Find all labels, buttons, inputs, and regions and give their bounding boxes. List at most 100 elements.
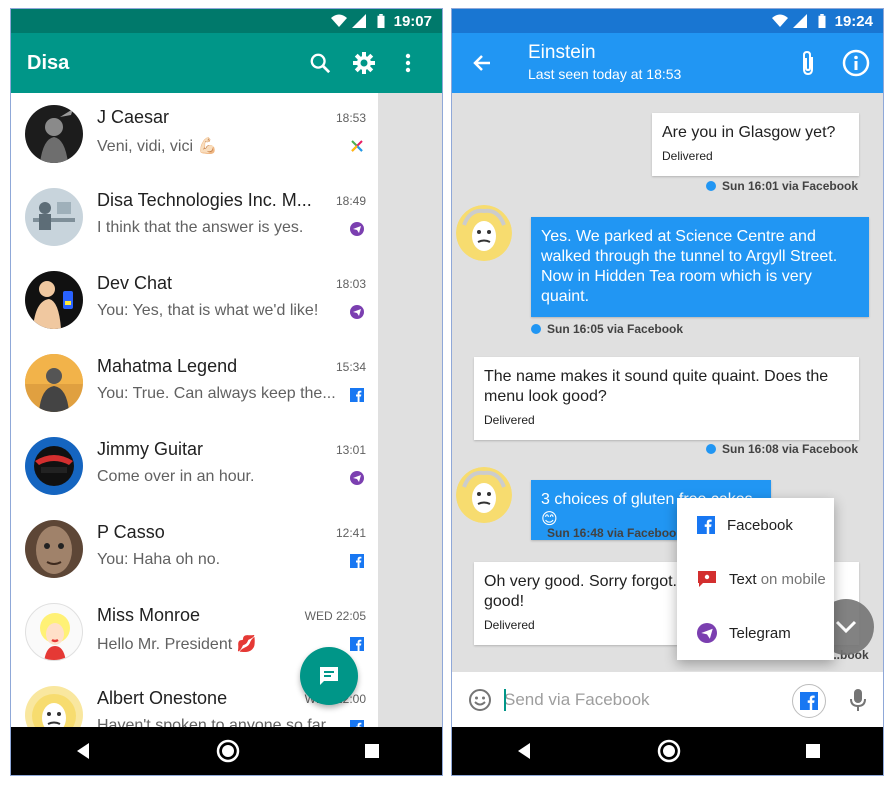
- status-bar: 19:07: [11, 9, 442, 33]
- info-button[interactable]: [840, 47, 872, 79]
- message-bubble-outgoing[interactable]: The name makes it sound quite quaint. Do…: [474, 357, 859, 440]
- telegram-icon: [697, 623, 717, 643]
- statue-avatar-icon: [40, 109, 73, 163]
- chat-row-disa-technologies[interactable]: Disa Technologies Inc. M... I think that…: [11, 176, 378, 259]
- message-timestamp: Sun 16:05 via Facebook: [547, 322, 684, 336]
- home-nav-icon[interactable]: [216, 739, 240, 763]
- einstein-avatar-icon: [456, 467, 512, 523]
- message-bubble-incoming[interactable]: Yes. We parked at Science Centre and wal…: [531, 217, 869, 317]
- signal-icon: [792, 14, 807, 28]
- avatar: [25, 520, 83, 578]
- app-title: Disa: [27, 51, 70, 74]
- message-composer: [452, 671, 883, 727]
- system-nav-bar: [11, 727, 442, 775]
- facebook-source-dot: [531, 324, 541, 334]
- chat-time: 18:03: [335, 277, 366, 291]
- menu-item-sms[interactable]: Text on mobile: [677, 552, 834, 606]
- menu-item-suffix: on mobile: [760, 570, 826, 588]
- chat-name: Mahatma Legend: [97, 356, 238, 376]
- search-button[interactable]: [298, 41, 342, 85]
- emoji-button[interactable]: [466, 686, 494, 714]
- home-nav-icon[interactable]: [657, 739, 681, 763]
- avatar: [25, 271, 83, 329]
- phone-chat-list: 19:07 Disa J Caesar Veni, vidi, vici 💪🏻 …: [10, 8, 443, 776]
- delivery-status: Delivered: [662, 149, 713, 163]
- recents-nav-icon[interactable]: [363, 742, 381, 760]
- microphone-icon: [850, 689, 866, 711]
- chat-preview: Come over in an hour.: [97, 468, 255, 485]
- chat-name: Disa Technologies Inc. M...: [97, 190, 312, 210]
- menu-item-facebook[interactable]: Facebook: [677, 498, 834, 552]
- chat-text: Mahatma Legend You: True. Can always kee…: [97, 356, 366, 403]
- chat-row-jimmy-guitar[interactable]: Jimmy Guitar Come over in an hour. 13:01: [11, 425, 378, 508]
- signal-icon: [351, 14, 366, 28]
- chat-text: J Caesar Veni, vidi, vici 💪🏻: [97, 107, 366, 156]
- chat-name: Dev Chat: [97, 273, 173, 293]
- chat-name: P Casso: [97, 522, 165, 542]
- facebook-source-dot: [706, 444, 716, 454]
- developer-avatar-icon: [33, 281, 73, 329]
- message-input[interactable]: [504, 682, 774, 718]
- attach-button[interactable]: [792, 47, 824, 79]
- status-time: 19:07: [393, 12, 432, 30]
- new-message-fab[interactable]: [300, 647, 358, 705]
- battery-icon: [377, 14, 385, 28]
- contact-avatar: [456, 205, 512, 261]
- message-text: Are you in Glasgow yet?: [662, 124, 836, 141]
- recents-nav-icon[interactable]: [804, 742, 822, 760]
- chat-preview: You: True. Can always keep the...: [97, 385, 336, 402]
- chat-row-dev-chat[interactable]: Dev Chat You: Yes, that is what we'd lik…: [11, 259, 378, 342]
- conversation-app-bar: Einstein Last seen today at 18:53: [452, 33, 883, 93]
- message-timestamp: Sun 16:08 via Facebook: [722, 442, 859, 456]
- back-nav-icon[interactable]: [73, 741, 93, 761]
- system-nav-bar: [452, 727, 883, 775]
- facebook-icon: [350, 554, 364, 568]
- back-button[interactable]: [466, 47, 498, 79]
- message-text: The name makes it sound quite quaint. Do…: [484, 368, 829, 405]
- message-meta: Sun 16:08 via Facebook: [706, 442, 858, 456]
- chat-list: J Caesar Veni, vidi, vici 💪🏻 18:53 Disa …: [11, 93, 378, 727]
- chat-preview: Veni, vidi, vici 💪🏻: [97, 138, 218, 155]
- facebook-icon: [697, 516, 715, 534]
- chat-preview: I think that the answer is yes.: [97, 219, 304, 236]
- telegram-icon: [350, 471, 364, 485]
- more-vert-icon: [405, 53, 411, 73]
- facebook-icon: [350, 720, 364, 727]
- facebook-source-dot: [531, 528, 541, 538]
- facebook-icon: [350, 637, 364, 651]
- menu-item-label: Facebook: [727, 516, 793, 534]
- message-bubble-outgoing[interactable]: Are you in Glasgow yet? Delivered: [652, 113, 859, 176]
- message-text: Yes. We parked at Science Centre and wal…: [541, 228, 838, 305]
- text-cursor: [504, 689, 506, 711]
- message-timestamp: Sun 16:01 via Facebook: [722, 179, 859, 193]
- menu-item-label-group: Text on mobile: [729, 571, 826, 588]
- status-time: 19:24: [834, 12, 873, 30]
- disa-x-icon: [351, 140, 363, 152]
- chat-row-p-casso[interactable]: P Casso You: Haha oh no. 12:41: [11, 508, 378, 591]
- avatar: [25, 354, 83, 412]
- voice-record-button[interactable]: [844, 686, 872, 714]
- settings-button[interactable]: [342, 41, 386, 85]
- avatar: [25, 603, 83, 661]
- wifi-icon: [771, 14, 788, 27]
- chat-name: Miss Monroe: [97, 605, 201, 625]
- overflow-menu-button[interactable]: [386, 41, 430, 85]
- contact-name: Einstein: [528, 42, 596, 63]
- chat-row-j-caesar[interactable]: J Caesar Veni, vidi, vici 💪🏻 18:53: [11, 93, 378, 176]
- message-timestamp: Sun 16:48 via Facebook: [547, 526, 684, 540]
- wifi-icon: [330, 14, 347, 27]
- phone-conversation: 19:24 Einstein Last seen today at 18:53 …: [451, 8, 884, 776]
- menu-item-label: Text: [729, 570, 757, 588]
- contact-avatar: [456, 467, 512, 523]
- send-source-selector[interactable]: [792, 684, 826, 718]
- chat-time: WED 22:05: [304, 609, 366, 623]
- chat-row-mahatma-legend[interactable]: Mahatma Legend You: True. Can always kee…: [11, 342, 378, 425]
- arrow-back-icon: [473, 55, 490, 71]
- chat-text: Disa Technologies Inc. M... I think that…: [97, 190, 366, 237]
- chat-time: 12:41: [335, 526, 366, 540]
- menu-item-telegram[interactable]: Telegram: [677, 606, 834, 660]
- sms-icon: [698, 571, 716, 587]
- chat-time: 18:53: [335, 111, 366, 125]
- back-nav-icon[interactable]: [514, 741, 534, 761]
- chat-preview: Hello Mr. President 💋: [97, 636, 257, 653]
